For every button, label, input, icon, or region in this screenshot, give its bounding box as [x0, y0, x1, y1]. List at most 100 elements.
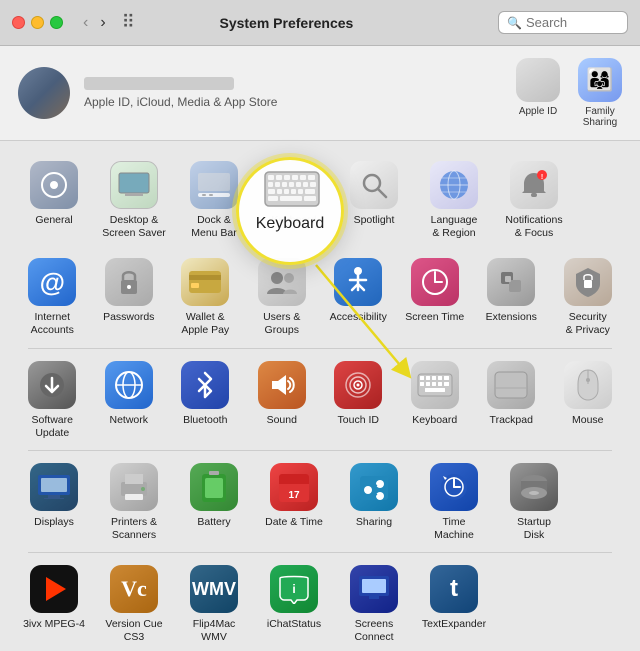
pref-battery[interactable]: Battery: [174, 455, 254, 548]
accessibility-icon: [334, 258, 382, 306]
preferences-grid-container: Keyboard General: [0, 141, 640, 651]
prefs-row-3: SoftwareUpdate Network Bluetooth: [14, 353, 626, 446]
passwords-label: Passwords: [103, 311, 154, 324]
pref-screen-time[interactable]: Screen Time: [397, 250, 474, 343]
apple-id-banner[interactable]: Apple ID, iCloud, Media & App Store Appl…: [0, 46, 640, 141]
spotlight-icon: [350, 161, 398, 209]
pref-mouse[interactable]: Mouse: [550, 353, 627, 446]
pref-startup-disk[interactable]: StartupDisk: [494, 455, 574, 548]
pref-flip4mac[interactable]: WMV Flip4MacWMV: [174, 557, 254, 650]
family-sharing-item[interactable]: 👨‍👩‍👧 FamilySharing: [578, 58, 622, 128]
pref-extensions[interactable]: Extensions: [473, 250, 550, 343]
pref-wallet-applepay[interactable]: Wallet &Apple Pay: [167, 250, 244, 343]
pref-trackpad[interactable]: Trackpad: [473, 353, 550, 446]
trackpad-label: Trackpad: [490, 414, 533, 427]
apple-id-item[interactable]: Apple ID: [516, 58, 560, 128]
pref-accessibility[interactable]: Accessibility: [320, 250, 397, 343]
close-button[interactable]: [12, 16, 25, 29]
dock-menubar-icon: [190, 161, 238, 209]
divider-3: [28, 552, 612, 553]
pref-network[interactable]: Network: [91, 353, 168, 446]
search-box[interactable]: 🔍: [498, 11, 628, 34]
time-machine-icon: [430, 463, 478, 511]
date-time-label: Date & Time: [265, 516, 323, 529]
extensions-icon: [487, 258, 535, 306]
internet-accounts-icon: @: [28, 258, 76, 306]
pref-version-cue[interactable]: Vc Version CueCS3: [94, 557, 174, 650]
apple-id-right-items: Apple ID 👨‍👩‍👧 FamilySharing: [516, 58, 622, 128]
ichatstatus-icon: i: [270, 565, 318, 613]
apple-id-subtitle: Apple ID, iCloud, Media & App Store: [84, 95, 502, 109]
pref-ichatstatus[interactable]: i iChatStatus: [254, 557, 334, 650]
3ivx-icon: [30, 565, 78, 613]
printers-scanners-icon: [110, 463, 158, 511]
screens-connect-label: ScreensConnect: [354, 618, 393, 644]
pref-time-machine[interactable]: TimeMachine: [414, 455, 494, 548]
spotlight-label: Spotlight: [354, 214, 395, 227]
pref-sound[interactable]: Sound: [244, 353, 321, 446]
prefs-row-4: Displays Printers &Scanners Battery: [14, 455, 626, 548]
pref-sharing[interactable]: Sharing: [334, 455, 414, 548]
startup-disk-icon: [510, 463, 558, 511]
maximize-button[interactable]: [50, 16, 63, 29]
keyboard-row1-label: Keyboard: [272, 214, 317, 227]
desktop-screensaver-icon: [110, 161, 158, 209]
pref-language-region[interactable]: Language& Region: [414, 153, 494, 246]
search-icon: 🔍: [507, 16, 522, 30]
touch-id-icon: [334, 361, 382, 409]
apple-id-label: Apple ID: [519, 106, 557, 117]
pref-internet-accounts[interactable]: @ InternetAccounts: [14, 250, 91, 343]
sharing-icon: [350, 463, 398, 511]
sound-icon: [258, 361, 306, 409]
textexpander-label: TextExpander: [422, 618, 486, 631]
3ivx-label: 3ivx MPEG-4: [23, 618, 85, 631]
pref-dock-menubar[interactable]: Dock &Menu Bar: [174, 153, 254, 246]
notifications-focus-label: Notifications& Focus: [505, 214, 562, 240]
prefs-row-1: General Desktop &Screen Saver Dock &Menu…: [14, 153, 626, 246]
apple-id-icon: [516, 58, 560, 102]
time-machine-label: TimeMachine: [434, 516, 474, 542]
pref-keyboard-row1[interactable]: Keyboard: [254, 153, 334, 246]
divider-2: [28, 450, 612, 451]
flip4mac-label: Flip4MacWMV: [193, 618, 236, 644]
prefs-row-5: 3ivx MPEG-4 Vc Version CueCS3 WMV Flip4M…: [14, 557, 626, 650]
pref-notifications-focus[interactable]: ! Notifications& Focus: [494, 153, 574, 246]
pref-general[interactable]: General: [14, 153, 94, 246]
search-input[interactable]: [526, 15, 621, 30]
pref-textexpander[interactable]: t TextExpander: [414, 557, 494, 650]
minimize-button[interactable]: [31, 16, 44, 29]
passwords-icon: [105, 258, 153, 306]
pref-desktop-screensaver[interactable]: Desktop &Screen Saver: [94, 153, 174, 246]
pref-software-update[interactable]: SoftwareUpdate: [14, 353, 91, 446]
pref-keyboard2[interactable]: Keyboard: [397, 353, 474, 446]
pref-3ivx[interactable]: 3ivx MPEG-4: [14, 557, 94, 650]
pref-screens-connect[interactable]: ScreensConnect: [334, 557, 414, 650]
avatar: [18, 67, 70, 119]
pref-users-groups[interactable]: Users &Groups: [244, 250, 321, 343]
ichatstatus-label: iChatStatus: [267, 618, 321, 631]
startup-disk-label: StartupDisk: [517, 516, 551, 542]
pref-date-time[interactable]: 17 Date & Time: [254, 455, 334, 548]
notifications-focus-icon: !: [510, 161, 558, 209]
apple-id-name-blur: [84, 77, 234, 90]
pref-displays[interactable]: Displays: [14, 455, 94, 548]
pref-touch-id[interactable]: Touch ID: [320, 353, 397, 446]
extensions-label: Extensions: [486, 311, 537, 324]
pref-spotlight[interactable]: Spotlight: [334, 153, 414, 246]
apple-id-info: Apple ID, iCloud, Media & App Store: [84, 77, 502, 109]
keyboard-row1-icon: [270, 161, 318, 209]
displays-icon: [30, 463, 78, 511]
textexpander-icon: t: [430, 565, 478, 613]
pref-printers-scanners[interactable]: Printers &Scanners: [94, 455, 174, 548]
network-icon: [105, 361, 153, 409]
desktop-screensaver-label: Desktop &Screen Saver: [102, 214, 166, 240]
battery-icon: [190, 463, 238, 511]
users-groups-icon: [258, 258, 306, 306]
pref-security-privacy[interactable]: Security& Privacy: [550, 250, 627, 343]
accessibility-label: Accessibility: [330, 311, 387, 324]
window-title: System Preferences: [83, 15, 490, 31]
preferences-content: Apple ID, iCloud, Media & App Store Appl…: [0, 46, 640, 651]
pref-bluetooth[interactable]: Bluetooth: [167, 353, 244, 446]
pref-passwords[interactable]: Passwords: [91, 250, 168, 343]
keyboard2-icon: [411, 361, 459, 409]
